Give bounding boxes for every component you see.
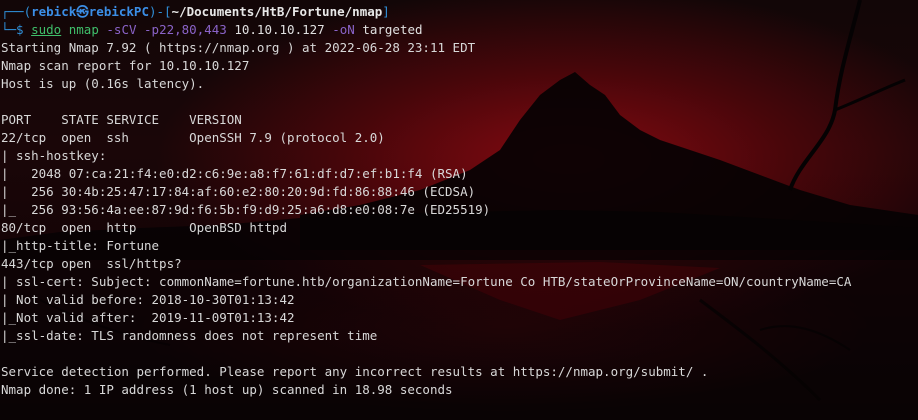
output-line: | Not valid before: 2018-10-30T01:13:42 xyxy=(1,292,295,307)
command-line[interactable]: └─$ sudo nmap -sCV -p22,80,443 10.10.10.… xyxy=(1,21,851,39)
command-option-scv: -sCV xyxy=(106,22,137,37)
output-line: |_http-title: Fortune xyxy=(1,238,160,253)
output-line: PORT STATE SERVICE VERSION xyxy=(1,112,242,127)
prompt-symbol: └─$ xyxy=(1,22,32,37)
output-line: |_ssl-date: TLS randomness does not repr… xyxy=(1,328,378,343)
output-line: Starting Nmap 7.92 ( https://nmap.org ) … xyxy=(1,40,476,55)
prompt-path: ~/Documents/HtB/Fortune/nmap xyxy=(171,4,383,19)
output-line: 443/tcp open ssl/https? xyxy=(1,256,182,271)
output-line: |_Not valid after: 2019-11-09T01:13:42 xyxy=(1,310,295,325)
command-target: 10.10.10.127 xyxy=(234,22,325,37)
output-line: 80/tcp open http OpenBSD httpd xyxy=(1,220,287,235)
command-option-on: -oN xyxy=(332,22,355,37)
output-line: Host is up (0.16s latency). xyxy=(1,76,205,91)
prompt-user-host: rebick㉿rebickPC xyxy=(31,4,149,19)
output-line: | ssh-hostkey: xyxy=(1,148,114,163)
output-line: 22/tcp open ssh OpenSSH 7.9 (protocol 2.… xyxy=(1,130,385,145)
command-outfile: targeted xyxy=(362,22,423,37)
prompt-close: ] xyxy=(382,4,390,19)
prompt-line: ┌──(rebick㉿rebickPC)-[~/Documents/HtB/Fo… xyxy=(1,3,851,21)
terminal-output[interactable]: ┌──(rebick㉿rebickPC)-[~/Documents/HtB/Fo… xyxy=(1,3,851,399)
output-line: |_ 256 93:56:4a:ee:87:9d:f6:5b:f9:d9:25:… xyxy=(1,202,491,217)
output-line: Nmap done: 1 IP address (1 host up) scan… xyxy=(1,382,453,397)
terminal-window[interactable]: ┌──(rebick㉿rebickPC)-[~/Documents/HtB/Fo… xyxy=(0,0,918,420)
prompt-frame: ┌──( xyxy=(1,4,32,19)
output-line: Service detection performed. Please repo… xyxy=(1,364,709,379)
output-line: | ssl-cert: Subject: commonName=fortune.… xyxy=(1,274,852,289)
output-line: | 256 30:4b:25:47:17:84:af:60:e2:80:20:9… xyxy=(1,184,476,199)
prompt-separator: )-[ xyxy=(148,4,172,19)
command-option-ports: -p22,80,443 xyxy=(144,22,227,37)
command-sudo: sudo xyxy=(31,22,62,37)
output-line: | 2048 07:ca:21:f4:e0:d2:c6:9e:a8:f7:61:… xyxy=(1,166,468,181)
output-line xyxy=(1,93,851,111)
output-line: Nmap scan report for 10.10.10.127 xyxy=(1,58,250,73)
output-line xyxy=(1,345,851,363)
command-nmap: nmap xyxy=(68,22,99,37)
